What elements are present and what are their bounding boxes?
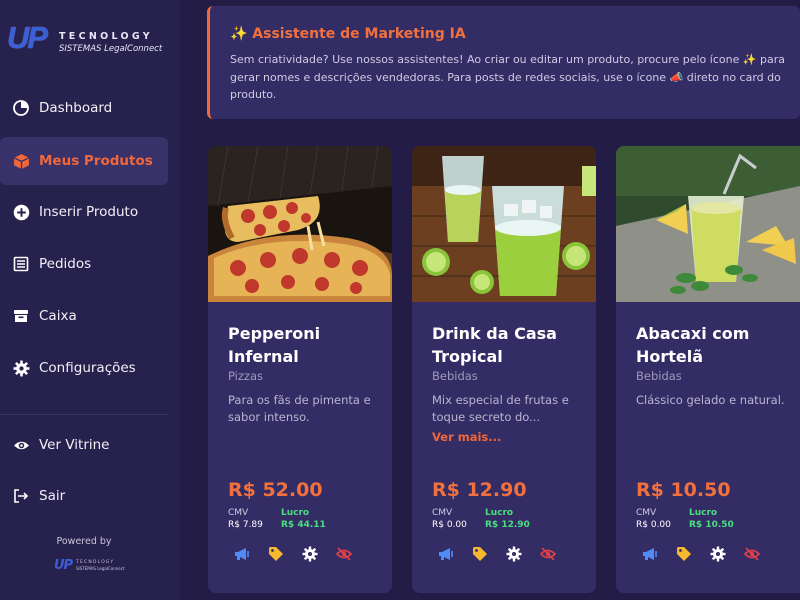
sidebar-item-label: Inserir Produto — [39, 204, 139, 220]
cmv-label: CMV — [432, 508, 453, 518]
product-description: Mix especial de frutas e toque secreto d… — [432, 393, 569, 424]
sidebar-item-inserir-produto[interactable]: Inserir Produto — [0, 188, 168, 236]
sidebar-item-label: Sair — [39, 488, 66, 504]
megaphone-icon[interactable] — [436, 544, 456, 564]
gear-icon[interactable] — [708, 544, 728, 564]
megaphone-icon[interactable] — [640, 544, 660, 564]
gear-icon — [12, 359, 30, 377]
sidebar-item-ver-vitrine[interactable]: Ver Vitrine — [0, 421, 168, 469]
sidebar-divider — [0, 414, 168, 415]
product-info: Abacaxi com Hortelã Bebidas Clássico gel… — [636, 322, 792, 409]
sidebar-item-label: Ver Vitrine — [39, 437, 110, 453]
sidebar-item-configuracoes[interactable]: Configurações — [0, 344, 168, 392]
product-photo-juice — [616, 146, 800, 302]
lucro-value: R$ 12.90 — [485, 520, 530, 530]
sidebar: UP TECNOLOGY SISTEMAS LegalConnect Dashb… — [0, 0, 180, 600]
sidebar-item-sair[interactable]: Sair — [0, 472, 168, 520]
banner-title: ✨ Assistente de Marketing IA — [230, 26, 466, 42]
pie-chart-icon — [12, 99, 30, 117]
brand-logo[interactable]: UP TECNOLOGY SISTEMAS LegalConnect — [7, 20, 177, 60]
product-info: Drink da Casa Tropical Bebidas Mix espec… — [432, 322, 588, 444]
product-card: Abacaxi com Hortelã Bebidas Clássico gel… — [616, 146, 800, 593]
eye-slash-icon[interactable] — [334, 544, 354, 564]
sidebar-item-meus-produtos[interactable]: Meus Produtos — [0, 137, 168, 185]
cmv-label: CMV — [228, 508, 249, 518]
cmv-value: R$ 0.00 — [636, 520, 671, 530]
gear-icon[interactable] — [504, 544, 524, 564]
product-actions — [232, 544, 382, 564]
price-tag-icon[interactable] — [266, 544, 286, 564]
product-photo-pizza — [208, 146, 392, 302]
product-category: Bebidas — [432, 369, 478, 383]
product-name: Pepperoni Infernal — [228, 324, 321, 366]
cmv-label: CMV — [636, 508, 657, 518]
sidebar-item-label: Configurações — [39, 360, 136, 376]
sidebar-item-dashboard[interactable]: Dashboard — [0, 84, 168, 132]
product-actions — [436, 544, 586, 564]
cmv-value: R$ 7.89 — [228, 520, 263, 530]
product-price: R$ 52.00 — [228, 479, 323, 501]
product-price: R$ 12.90 — [432, 479, 527, 501]
brand-mark: UP — [7, 20, 48, 55]
eye-icon — [12, 436, 30, 454]
lucro-value: R$ 44.11 — [281, 520, 326, 530]
sidebar-item-label: Pedidos — [39, 256, 92, 272]
eye-slash-icon[interactable] — [742, 544, 762, 564]
sidebar-item-pedidos[interactable]: Pedidos — [0, 240, 168, 288]
product-description: Para os fãs de pimenta e sabor intenso. — [228, 393, 371, 424]
powered-by-label: Powered by — [56, 536, 112, 547]
lucro-label: Lucro — [689, 508, 718, 518]
product-category: Bebidas — [636, 369, 682, 383]
sidebar-item-label: Caixa — [39, 308, 77, 324]
brand-subtitle: SISTEMAS LegalConnect — [59, 44, 163, 54]
price-tag-icon[interactable] — [674, 544, 694, 564]
banner-text: Sem criatividade? Use nossos assistentes… — [230, 53, 786, 101]
lucro-value: R$ 10.50 — [689, 520, 734, 530]
lucro-label: Lucro — [485, 508, 514, 518]
marketing-assistant-banner: ✨ Assistente de Marketing IA Sem criativ… — [207, 6, 800, 119]
megaphone-icon[interactable] — [232, 544, 252, 564]
sidebar-item-caixa[interactable]: Caixa — [0, 292, 168, 340]
product-card: Pepperoni Infernal Pizzas Para os fãs de… — [208, 146, 392, 593]
read-more-link[interactable]: Ver mais... — [432, 430, 588, 444]
archive-icon — [12, 307, 30, 325]
box-icon — [12, 152, 30, 170]
product-description: Clássico gelado e natural. — [636, 393, 785, 407]
powered-by-logo: UP TECNOLOGY SISTEMAS LegalConnect — [54, 558, 125, 573]
plus-circle-icon — [12, 203, 30, 221]
sidebar-item-label: Meus Produtos — [39, 153, 153, 169]
product-name: Drink da Casa Tropical — [432, 324, 557, 366]
product-card: Drink da Casa Tropical Bebidas Mix espec… — [412, 146, 596, 593]
eye-slash-icon[interactable] — [538, 544, 558, 564]
receipt-icon — [12, 255, 30, 273]
sidebar-item-label: Dashboard — [39, 100, 113, 116]
lucro-label: Lucro — [281, 508, 310, 518]
price-tag-icon[interactable] — [470, 544, 490, 564]
brand-name: TECNOLOGY — [59, 31, 153, 42]
product-category: Pizzas — [228, 369, 263, 383]
cmv-value: R$ 0.00 — [432, 520, 467, 530]
gear-icon[interactable] — [300, 544, 320, 564]
product-photo-drink — [412, 146, 596, 302]
logout-icon — [12, 487, 30, 505]
product-price: R$ 10.50 — [636, 479, 731, 501]
product-info: Pepperoni Infernal Pizzas Para os fãs de… — [228, 322, 384, 426]
product-name: Abacaxi com Hortelã — [636, 324, 750, 366]
product-actions — [640, 544, 790, 564]
